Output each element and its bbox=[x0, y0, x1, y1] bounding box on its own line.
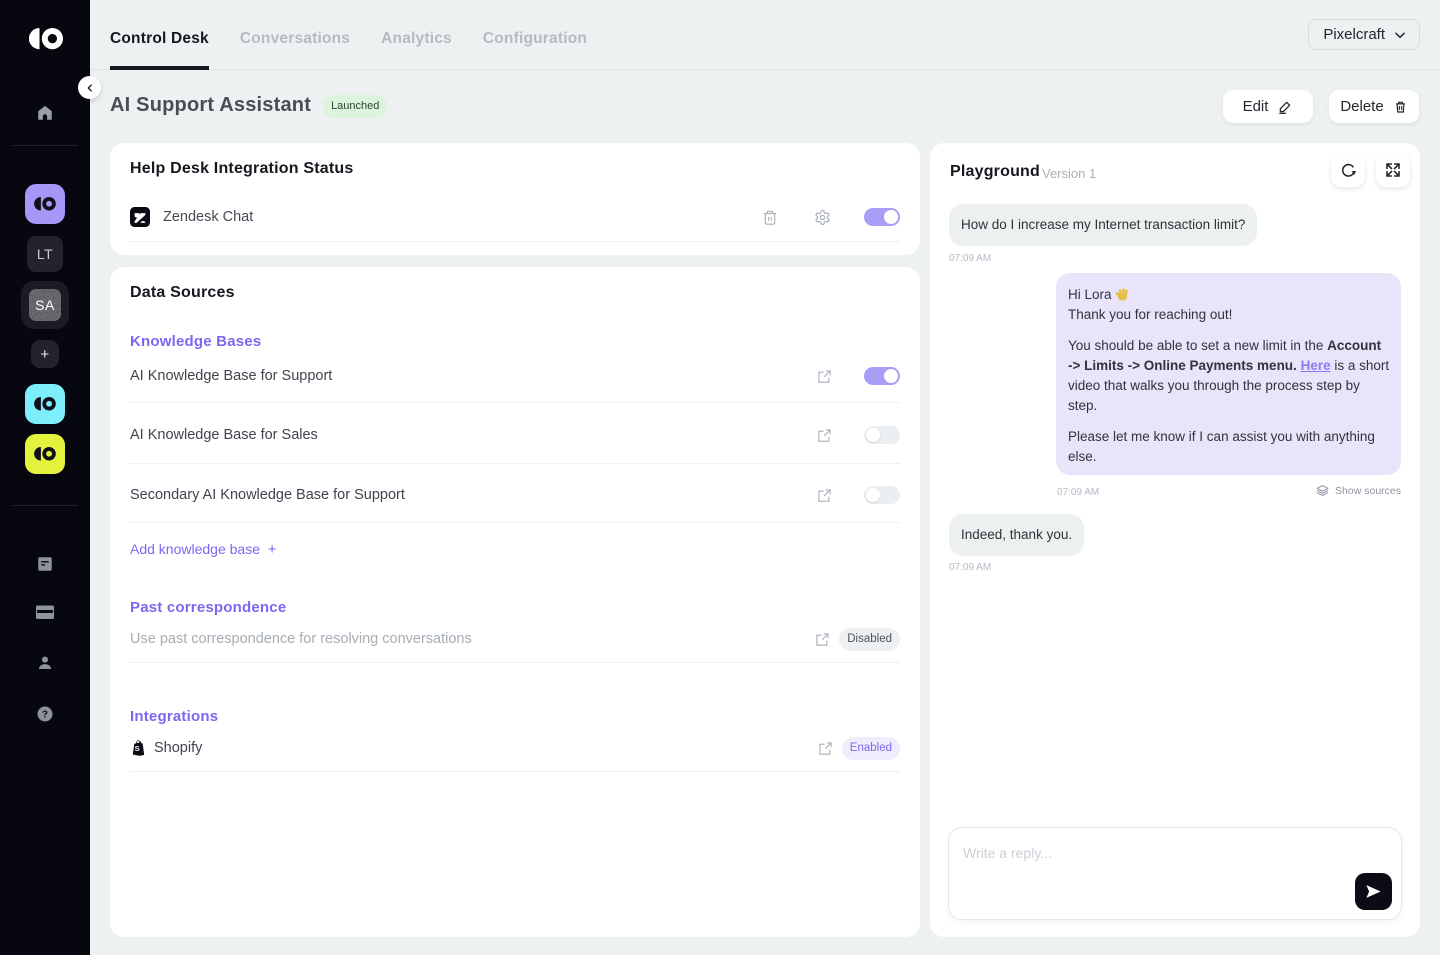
svg-text:?: ? bbox=[42, 709, 48, 720]
svg-text:S: S bbox=[135, 744, 140, 753]
